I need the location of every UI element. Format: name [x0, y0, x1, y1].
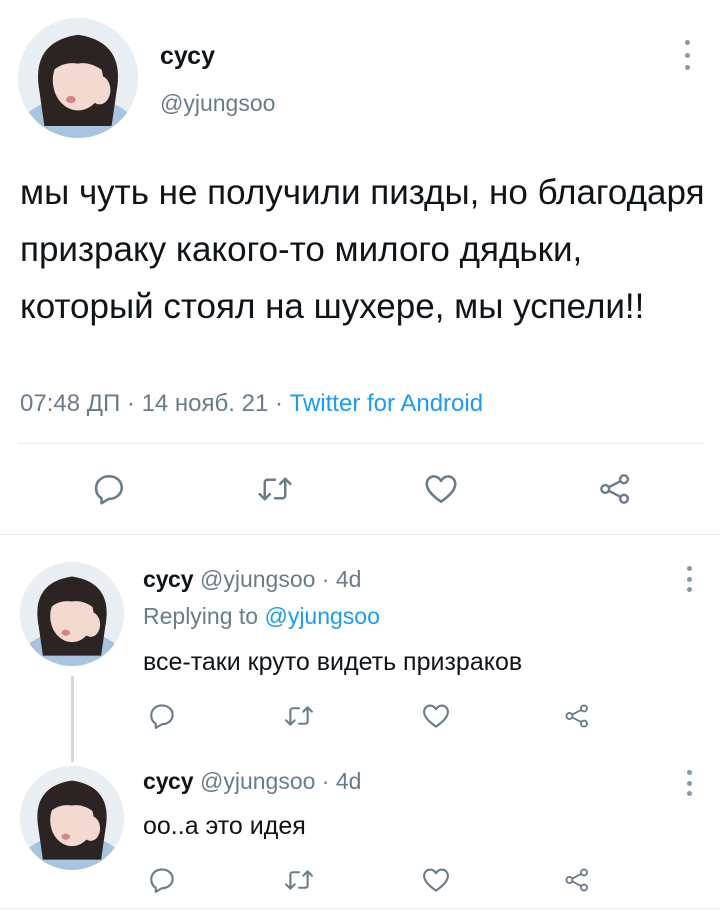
tweet-metadata: 07:48 ДП · 14 нояб. 21 · Twitter for And… — [20, 390, 483, 418]
more-options-icon[interactable] — [682, 566, 696, 592]
retweet-button[interactable] — [277, 858, 321, 902]
retweet-icon — [285, 870, 313, 890]
thread-connector — [71, 676, 74, 762]
avatar-photo — [20, 766, 124, 870]
share-icon — [565, 868, 588, 892]
share-button[interactable] — [555, 858, 599, 902]
divider — [0, 908, 720, 909]
replying-prefix: Replying to — [143, 603, 259, 629]
retweet-button[interactable] — [248, 462, 302, 516]
meta-separator: · — [268, 390, 290, 417]
heart-icon — [425, 475, 457, 504]
avatar[interactable] — [18, 18, 138, 138]
more-options-icon[interactable] — [680, 40, 694, 70]
avatar-photo — [18, 18, 138, 138]
user-handle[interactable]: @yjungsoo — [200, 768, 315, 794]
user-handle[interactable]: @yjungsoo — [160, 90, 275, 117]
replying-to: Replying to @yjungsoo — [143, 603, 380, 630]
reply-icon — [150, 868, 174, 893]
reply-text: все-таки круто видеть призраков — [143, 648, 523, 676]
meta-separator: · — [120, 390, 142, 417]
tweet-date: 14 нояб. 21 — [141, 390, 269, 417]
heart-icon — [423, 704, 449, 728]
tweet-time: 07:48 ДП — [20, 390, 121, 417]
tweet-text: мы чуть не получили пизды, но благодаря … — [20, 173, 705, 326]
heart-icon — [423, 868, 449, 892]
share-button[interactable] — [588, 462, 642, 516]
avatar-photo — [20, 562, 124, 666]
reply-button[interactable] — [140, 858, 184, 902]
reply-header: сусу @yjungsoo · 4d — [143, 566, 361, 593]
tweet-actions — [0, 462, 720, 516]
retweet-icon — [285, 706, 313, 726]
share-icon — [600, 474, 630, 504]
like-button[interactable] — [414, 694, 458, 738]
user-handle[interactable]: @yjungsoo — [200, 566, 315, 592]
more-options-icon[interactable] — [682, 770, 696, 796]
share-icon — [565, 704, 588, 728]
reply-icon — [150, 704, 174, 729]
retweet-button[interactable] — [277, 694, 321, 738]
display-name[interactable]: сусу — [143, 768, 194, 794]
divider — [18, 443, 704, 444]
retweet-icon — [258, 477, 292, 501]
tweet-source-link[interactable]: Twitter for Android — [290, 390, 483, 417]
like-button[interactable] — [414, 462, 468, 516]
avatar[interactable] — [20, 766, 124, 870]
tweet-age: · 4d — [321, 566, 362, 592]
share-button[interactable] — [555, 694, 599, 738]
reply-header: сусу @yjungsoo · 4d — [143, 768, 361, 795]
tweet-age: · 4d — [321, 768, 362, 794]
reply-button[interactable] — [140, 694, 184, 738]
replying-handle-link[interactable]: @yjungsoo — [264, 603, 379, 629]
like-button[interactable] — [414, 858, 458, 902]
reply-button[interactable] — [82, 462, 136, 516]
reply-icon — [94, 474, 124, 505]
divider — [0, 534, 720, 535]
display-name[interactable]: сусу — [160, 42, 215, 71]
display-name[interactable]: сусу — [143, 566, 194, 592]
reply-text: оо..а это идея — [143, 812, 306, 840]
avatar[interactable] — [20, 562, 124, 666]
